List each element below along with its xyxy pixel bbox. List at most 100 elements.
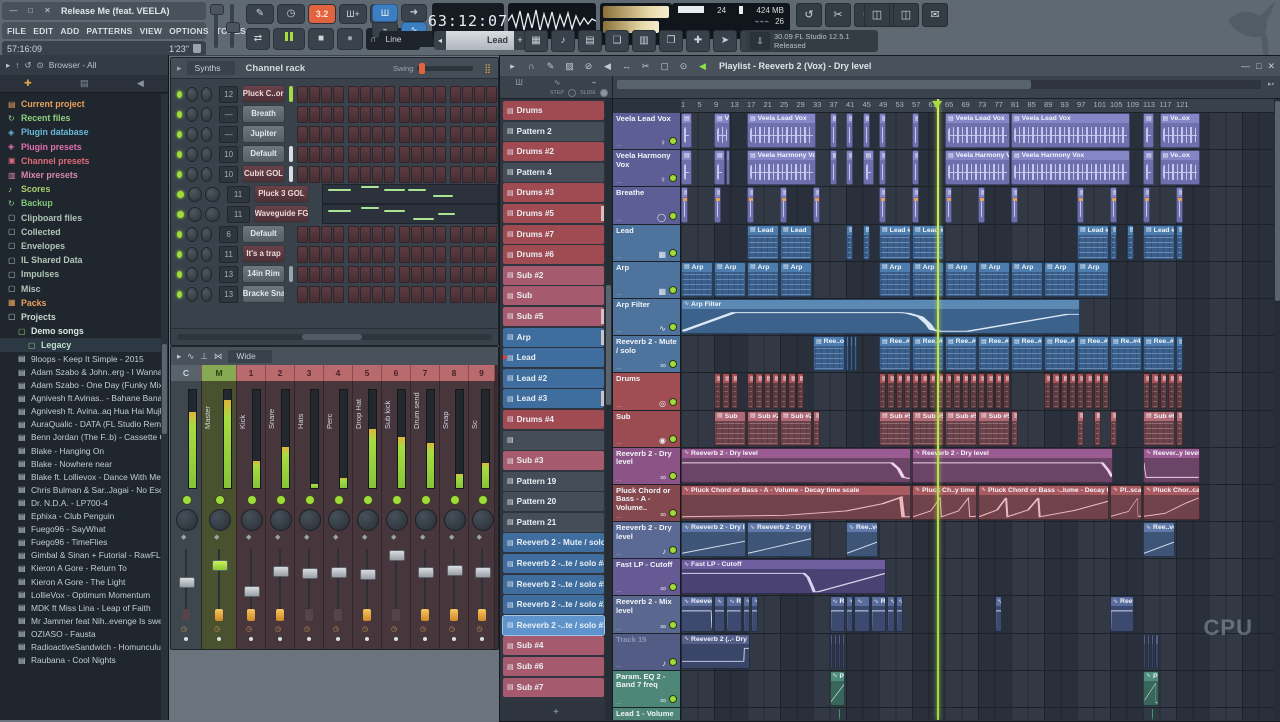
channel-select-strip[interactable] xyxy=(289,86,293,102)
volume-knob[interactable] xyxy=(201,167,213,182)
clip[interactable] xyxy=(1143,634,1146,669)
clip[interactable]: ▤Veela Lead Vox xyxy=(747,113,816,148)
track-options[interactable]: ... xyxy=(616,402,622,409)
channel-enable-led[interactable] xyxy=(177,251,182,258)
song-mode-toggle[interactable]: ➜ xyxy=(401,4,427,22)
clip[interactable]: ▤Lead #2 xyxy=(1143,225,1175,260)
clip[interactable]: ▤ xyxy=(1143,187,1150,222)
track-enable-led[interactable] xyxy=(669,174,677,182)
track-enable-led[interactable] xyxy=(669,658,677,666)
mixer-route-number[interactable]: 12 xyxy=(219,86,237,103)
delete-tool-icon[interactable]: ⊘ xyxy=(582,61,595,72)
clip[interactable]: ▤ xyxy=(887,373,894,408)
clip[interactable] xyxy=(830,634,833,669)
channel-select-strip[interactable] xyxy=(289,286,293,302)
step-cell[interactable] xyxy=(372,106,383,123)
browser-up-icon[interactable]: ↑ xyxy=(15,60,19,70)
mixer-track-number[interactable]: M xyxy=(202,365,237,381)
browser-search-icon[interactable]: ⊙ xyxy=(37,60,44,71)
clip[interactable]: ▤Lead xyxy=(780,225,812,260)
clip[interactable]: ▤ xyxy=(1176,336,1183,371)
track-enable-led[interactable] xyxy=(669,286,677,294)
swing-slider[interactable] xyxy=(417,66,473,71)
track-header[interactable]: Pluck Chord or Bass - A - Volume.....∞ xyxy=(613,485,681,521)
clip[interactable]: ▤ xyxy=(978,373,985,408)
clip[interactable]: ▤ xyxy=(830,113,837,148)
step-cell[interactable] xyxy=(450,126,461,143)
step-cell[interactable] xyxy=(348,286,359,303)
browser-item[interactable]: ◈Plugin presets xyxy=(0,140,161,154)
step-cell[interactable] xyxy=(321,226,332,243)
track-header[interactable]: Reeverb 2 - Dry level...∞ xyxy=(613,448,681,484)
delay-clock-icon[interactable]: ◷ xyxy=(477,625,483,633)
clip[interactable]: ▤Lead #2 xyxy=(879,225,911,260)
track-options[interactable]: ... xyxy=(616,327,622,334)
typing-keyboard-toggle[interactable]: ✎ xyxy=(246,4,274,24)
browser-item[interactable]: ▢IL Shared Data xyxy=(0,253,161,267)
step-cell[interactable] xyxy=(297,246,308,263)
channel-enable-led[interactable] xyxy=(177,91,182,98)
step-cell[interactable] xyxy=(462,266,473,283)
toggle-mixer-button[interactable]: ▥ xyxy=(632,30,656,52)
clip[interactable]: ∿Ree..el xyxy=(871,596,887,631)
step-cell[interactable] xyxy=(486,226,497,243)
pattern-item[interactable]: ▤Pattern 2 xyxy=(503,122,604,141)
clip[interactable] xyxy=(842,634,845,669)
clip[interactable]: ▤Sub xyxy=(714,411,746,446)
browser-song-item[interactable]: ▤OZIASO - Fausta xyxy=(0,627,161,640)
rack-menu-arrow[interactable]: ▸ xyxy=(177,63,182,74)
clip[interactable]: ▤ xyxy=(945,373,952,408)
strip-led[interactable] xyxy=(392,495,402,505)
clip[interactable]: ▤ xyxy=(797,373,804,408)
track-header[interactable]: Reeverb 2 - Mix level...∞ xyxy=(613,596,681,632)
pattern-item[interactable]: ▤Arp xyxy=(503,328,604,347)
pan-arrows[interactable]: ◆ xyxy=(181,533,186,541)
mixer-track-number[interactable]: 9 xyxy=(469,365,495,381)
pattern-item[interactable]: ▤Sub #7 xyxy=(503,678,604,697)
channel-select-strip[interactable] xyxy=(289,266,293,282)
browser-back-icon[interactable]: ▸ xyxy=(6,60,10,71)
step-cell[interactable] xyxy=(423,166,434,183)
cut-tool-button[interactable]: ✂ xyxy=(825,3,851,27)
track-options[interactable]: ... xyxy=(616,290,622,297)
mixer-track-number[interactable]: 1 xyxy=(237,365,266,381)
step-cell[interactable] xyxy=(384,146,395,163)
channel-button[interactable]: Jupiter xyxy=(242,125,286,143)
clip[interactable]: ▤ xyxy=(1176,187,1183,222)
strip-fader[interactable] xyxy=(308,549,310,609)
snap-selector[interactable]: ∩ Line xyxy=(370,31,439,47)
strip-fader[interactable] xyxy=(218,549,220,609)
channel-button[interactable]: Pluck 3 GOL xyxy=(254,185,310,203)
step-cell[interactable] xyxy=(372,266,383,283)
step-cell[interactable] xyxy=(333,126,344,143)
toggle-piano-roll-button[interactable]: ♪ xyxy=(551,30,575,52)
strip-volume-knob[interactable] xyxy=(209,509,231,531)
browser-item[interactable]: ◈Plugin database xyxy=(0,125,161,139)
clip[interactable]: ▤ xyxy=(714,373,721,408)
strip-fader[interactable] xyxy=(279,549,281,609)
mixer-track-number[interactable]: 8 xyxy=(440,365,469,381)
close-button[interactable]: ✕ xyxy=(40,5,55,17)
strip-volume-knob[interactable] xyxy=(444,509,466,531)
step-cell[interactable] xyxy=(321,286,332,303)
browser-song-item[interactable]: ▤9loops - Keep It Simple - 2015 xyxy=(0,352,161,365)
mixer-track-number[interactable]: 2 xyxy=(266,365,295,381)
clip[interactable]: ▤Ree..#3 xyxy=(1077,336,1109,371)
clip[interactable]: ▤Arp xyxy=(912,262,944,297)
clip[interactable]: ▤Ree..#3 xyxy=(1011,336,1043,371)
step-cell[interactable] xyxy=(360,106,371,123)
step-cell[interactable] xyxy=(450,226,461,243)
pan-arrows[interactable]: ◆ xyxy=(304,533,309,541)
volume-knob[interactable] xyxy=(201,147,213,162)
step-cell[interactable] xyxy=(411,86,422,103)
volume-knob[interactable] xyxy=(205,207,219,222)
clip[interactable]: ▤ xyxy=(1052,373,1059,408)
clip[interactable]: ▤V..x xyxy=(1143,150,1154,185)
step-cell[interactable] xyxy=(423,126,434,143)
browser-song-item[interactable]: ▤Adam Szabo & John..erg - I Wanna Be xyxy=(0,365,161,378)
zoom-tool-icon[interactable]: ⊙ xyxy=(677,61,690,72)
clip[interactable]: ▤ xyxy=(747,187,754,222)
step-cell[interactable] xyxy=(321,86,332,103)
clip[interactable]: ▤ xyxy=(970,373,977,408)
clip[interactable]: ▤Arp xyxy=(1011,262,1043,297)
